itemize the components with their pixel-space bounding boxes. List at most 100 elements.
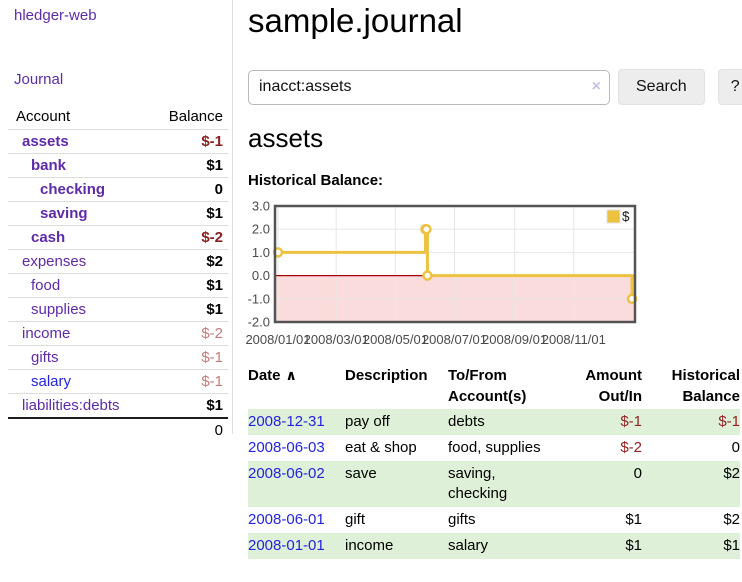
account-link[interactable]: salary: [31, 373, 71, 390]
account-link[interactable]: assets: [22, 133, 69, 150]
account-balance: $-2: [152, 226, 228, 250]
account-balance: $-1: [152, 130, 228, 154]
account-row: expenses $2: [8, 250, 228, 274]
account-row: liabilities:debts $1: [8, 394, 228, 419]
search-bar: × Search ?: [248, 69, 742, 105]
account-balance: $-1: [152, 346, 228, 370]
transaction-balance: $-1: [642, 409, 740, 435]
account-link[interactable]: expenses: [22, 253, 86, 270]
app-brand-link[interactable]: hledger-web: [14, 7, 97, 24]
svg-text:2008/01/01: 2008/01/01: [245, 332, 310, 347]
transaction-date-link[interactable]: 2008-01-01: [248, 537, 325, 554]
register-col-description: Description: [345, 363, 448, 409]
register-row: 2008-01-01incomesalary$1$1: [248, 533, 740, 559]
account-balance: $1: [152, 202, 228, 226]
transaction-amount: $-1: [560, 409, 642, 435]
account-row: checking 0: [8, 178, 228, 202]
svg-text:2008/11/01: 2008/11/01: [542, 332, 606, 347]
transaction-accounts: gifts: [448, 507, 560, 533]
account-balance: $1: [152, 298, 228, 322]
transaction-amount: $-2: [560, 435, 642, 461]
main-content: sample.journal × Search ? assets Histori…: [234, 0, 742, 582]
transaction-date-link[interactable]: 2008-06-02: [248, 465, 325, 482]
svg-text:$: $: [622, 209, 630, 224]
chart-title: Historical Balance:: [248, 172, 383, 189]
transaction-description: income: [345, 533, 448, 559]
account-link[interactable]: supplies: [31, 301, 86, 318]
balance-chart: 3.02.01.00.0-1.0-2.02008/01/012008/03/01…: [234, 198, 742, 350]
account-balance: $1: [152, 394, 228, 419]
svg-text:2008/05/01: 2008/05/01: [363, 332, 428, 347]
register-header-row: Date∧ Description To/From Account(s) Amo…: [248, 363, 740, 409]
transaction-description: eat & shop: [345, 435, 448, 461]
account-balance: $1: [152, 274, 228, 298]
account-link[interactable]: liabilities:debts: [22, 397, 120, 414]
transaction-amount: 0: [560, 461, 642, 507]
transaction-description: pay off: [345, 409, 448, 435]
svg-text:2008/03/01: 2008/03/01: [304, 332, 369, 347]
account-link[interactable]: checking: [40, 181, 105, 198]
account-link[interactable]: food: [31, 277, 60, 294]
register-body: 2008-12-31pay offdebts$-1$-12008-06-03ea…: [248, 409, 740, 559]
register-row: 2008-06-03 eat & shopfood, supplies$-20: [248, 435, 740, 461]
account-heading: assets: [248, 120, 323, 156]
accounts-body: assets$-1bank$1checking0saving$1cash$-2e…: [8, 130, 228, 419]
register-col-date[interactable]: Date∧: [248, 363, 345, 409]
transaction-amount: $1: [560, 507, 642, 533]
transaction-description: gift: [345, 507, 448, 533]
svg-text:2.0: 2.0: [252, 222, 270, 237]
account-row: supplies $1: [8, 298, 228, 322]
account-balance: $-2: [152, 322, 228, 346]
account-row: saving $1: [8, 202, 228, 226]
register-row: 2008-06-01giftgifts$1$2: [248, 507, 740, 533]
search-button[interactable]: Search: [618, 69, 705, 105]
account-balance: $2: [152, 250, 228, 274]
transaction-accounts: food, supplies: [448, 435, 560, 461]
account-link[interactable]: income: [22, 325, 70, 342]
account-link[interactable]: cash: [31, 229, 65, 246]
register-table: Date∧ Description To/From Account(s) Amo…: [248, 363, 740, 559]
transaction-accounts: debts: [448, 409, 560, 435]
accounts-total-row: 0: [8, 418, 228, 442]
register-col-accounts: To/From Account(s): [448, 363, 560, 409]
register-col-balance: Historical Balance: [642, 363, 740, 409]
account-balance: $-1: [152, 370, 228, 394]
transaction-date-link[interactable]: 2008-06-03: [248, 439, 325, 456]
transaction-date-link[interactable]: 2008-06-01: [248, 511, 325, 528]
svg-text:2008/09/01: 2008/09/01: [482, 332, 547, 347]
transaction-accounts: salary: [448, 533, 560, 559]
register-col-amount: Amount Out/In: [560, 363, 642, 409]
svg-text:1.0: 1.0: [252, 245, 270, 260]
register-row: 2008-12-31pay offdebts$-1$-1: [248, 409, 740, 435]
account-row: salary $-1: [8, 370, 228, 394]
account-link[interactable]: bank: [31, 157, 66, 174]
register-row: 2008-06-02savesaving, checking0$2: [248, 461, 740, 507]
account-link[interactable]: gifts: [31, 349, 59, 366]
svg-text:3.0: 3.0: [252, 199, 270, 214]
accounts-total-value: 0: [152, 418, 228, 442]
help-button[interactable]: ?: [718, 69, 742, 105]
accounts-col-account: Account: [8, 105, 152, 130]
search-input[interactable]: [248, 70, 610, 105]
account-row: gifts $-1: [8, 346, 228, 370]
sidebar-item-journal[interactable]: Journal: [14, 71, 63, 88]
transaction-amount: $1: [560, 533, 642, 559]
transaction-date-link[interactable]: 2008-12-31: [248, 413, 325, 430]
sort-ascending-icon: ∧: [286, 367, 297, 383]
account-balance: 0: [152, 178, 228, 202]
accounts-col-balance: Balance: [152, 105, 228, 130]
account-row: income $-2: [8, 322, 228, 346]
svg-text:2008/07/01: 2008/07/01: [422, 332, 487, 347]
account-row: food $1: [8, 274, 228, 298]
account-link[interactable]: saving: [40, 205, 88, 222]
clear-search-icon[interactable]: ×: [592, 78, 601, 96]
account-balance: $1: [152, 154, 228, 178]
account-row: cash $-2: [8, 226, 228, 250]
svg-text:-2.0: -2.0: [248, 315, 270, 330]
transaction-description: save: [345, 461, 448, 507]
transaction-balance: 0: [642, 435, 740, 461]
account-row: assets $-1: [8, 130, 228, 154]
page-title: sample.journal: [248, 0, 463, 42]
transaction-balance: $2: [642, 461, 740, 507]
svg-text:-1.0: -1.0: [248, 291, 270, 306]
